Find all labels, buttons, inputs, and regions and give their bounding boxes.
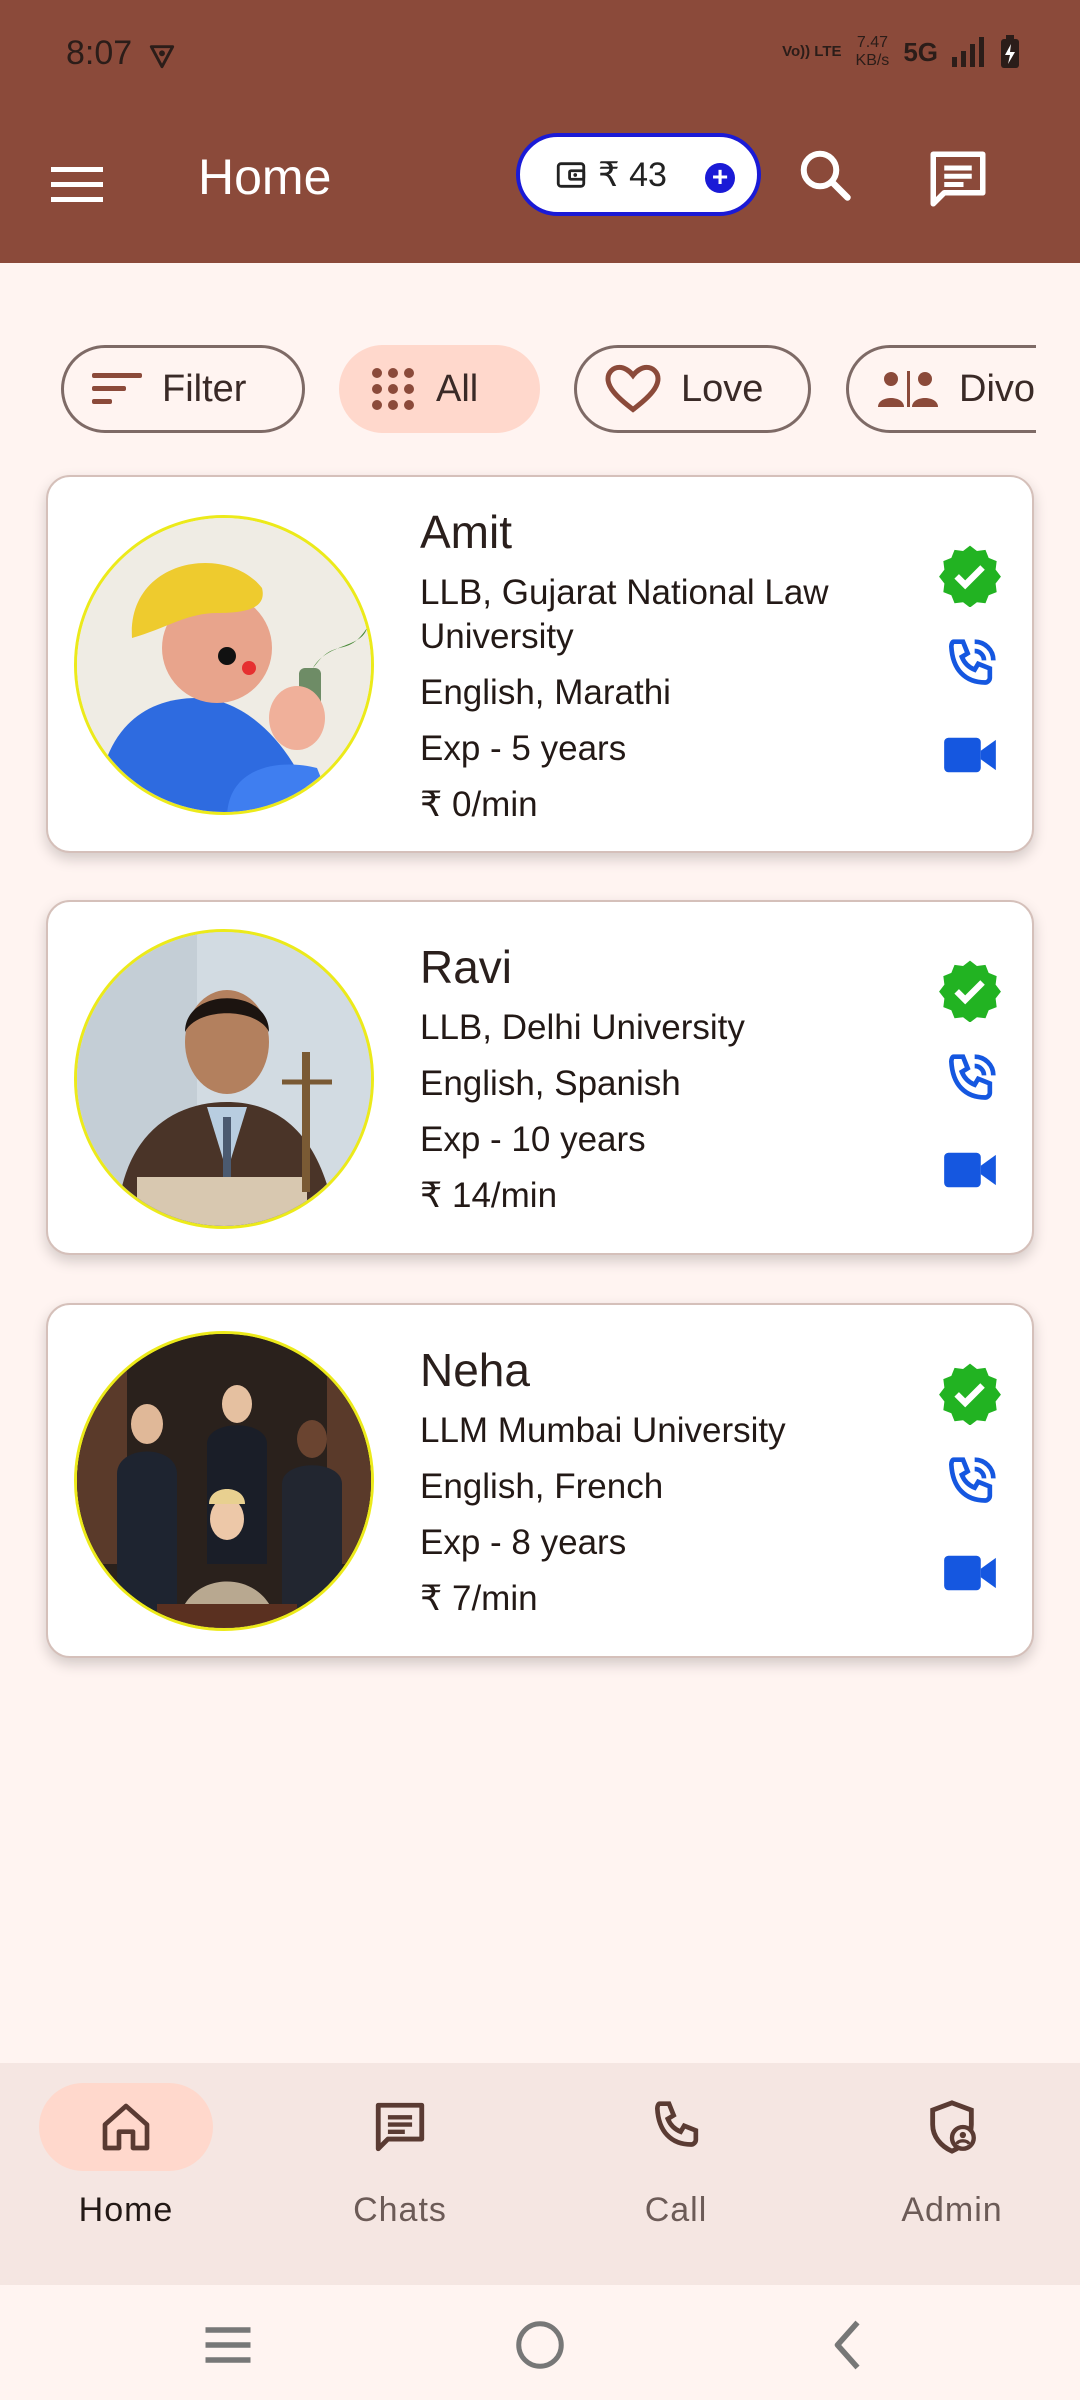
voice-call-icon[interactable] <box>938 1451 1002 1515</box>
lawyer-rate: ₹ 14/min <box>420 1176 558 1215</box>
nav-home[interactable]: Home <box>26 2083 226 2230</box>
card-actions <box>938 543 1002 813</box>
people-icon <box>878 371 938 407</box>
phone-icon <box>654 2101 699 2147</box>
recents-icon[interactable] <box>198 2315 258 2375</box>
lawyer-languages: English, Spanish <box>420 1064 681 1103</box>
avatar-photo <box>77 932 371 1226</box>
wallet-icon <box>556 161 586 188</box>
vpn-icon <box>149 45 175 69</box>
card-actions <box>938 1361 1002 1631</box>
grid-icon <box>372 368 414 410</box>
menu-button[interactable] <box>44 152 110 218</box>
voice-call-icon[interactable] <box>938 633 1002 697</box>
verified-icon <box>938 958 1002 1022</box>
filter-icon <box>92 373 142 404</box>
verified-icon <box>938 1361 1002 1425</box>
bottom-navigation: Home Chats Call Admin <box>0 2063 1080 2285</box>
nav-admin[interactable]: Admin <box>852 2083 1052 2230</box>
volte-indicator: Vo)) LTE <box>782 43 842 60</box>
lawyer-name: Neha <box>420 1344 530 1396</box>
avatar <box>74 929 374 1229</box>
search-icon[interactable] <box>795 145 855 205</box>
avatar-illustration <box>77 518 371 812</box>
chip-filter[interactable]: Filter <box>61 345 305 433</box>
chip-love[interactable]: Love <box>574 345 811 433</box>
home-icon <box>102 2103 150 2151</box>
lawyer-experience: Exp - 5 years <box>420 729 627 768</box>
video-call-icon[interactable] <box>938 1138 1002 1202</box>
back-icon[interactable] <box>820 2315 880 2375</box>
network-speed: 7.47 KB/s <box>856 34 890 70</box>
video-call-icon[interactable] <box>938 1541 1002 1605</box>
heart-icon <box>605 364 661 413</box>
lawyer-info: Neha LLM Mumbai University English, Fren… <box>420 1343 902 1633</box>
nav-chats[interactable]: Chats <box>300 2083 500 2230</box>
nav-label: Call <box>644 2191 708 2229</box>
voice-call-icon[interactable] <box>938 1048 1002 1112</box>
network-type: 5G <box>903 36 938 67</box>
page-title: Home <box>198 149 332 205</box>
lawyer-info: Amit LLB, Gujarat National Law Universit… <box>420 505 902 839</box>
hamburger-icon <box>51 167 103 202</box>
lawyer-education: LLB, Gujarat National Law University <box>420 573 829 656</box>
nav-label: Admin <box>901 2191 1003 2229</box>
chip-divorce[interactable]: Divorce <box>846 345 1036 433</box>
messages-icon[interactable] <box>925 146 991 212</box>
chip-all[interactable]: All <box>339 345 540 433</box>
avatar <box>74 1331 374 1631</box>
card-actions <box>938 958 1002 1228</box>
chat-icon <box>375 2102 425 2152</box>
wallet-balance: ₹ 43 <box>598 155 667 194</box>
chip-label: Love <box>681 367 764 410</box>
nav-label: Home <box>78 2191 174 2229</box>
lawyer-card[interactable]: Amit LLB, Gujarat National Law Universit… <box>46 475 1034 853</box>
nav-label: Chats <box>353 2191 447 2229</box>
lawyer-education: LLB, Delhi University <box>420 1008 745 1047</box>
speed-value: 7.47 <box>856 34 888 51</box>
lawyer-experience: Exp - 8 years <box>420 1523 627 1562</box>
speed-unit: KB/s <box>855 52 890 69</box>
filter-chips: Filter All Love Divo <box>0 345 1036 435</box>
lawyer-card[interactable]: Neha LLM Mumbai University English, Fren… <box>46 1303 1034 1658</box>
lawyer-rate: ₹ 0/min <box>420 785 538 824</box>
avatar-photo <box>77 1334 371 1628</box>
admin-shield-icon <box>930 2100 976 2154</box>
avatar <box>74 515 374 815</box>
top-header: 8:07 Vo)) LTE 7.47 KB/s 5G Home ₹ 43 + <box>0 0 1080 263</box>
home-button-icon[interactable] <box>510 2315 570 2375</box>
lawyer-card[interactable]: Ravi LLB, Delhi University English, Span… <box>46 900 1034 1255</box>
nav-call[interactable]: Call <box>576 2083 776 2230</box>
status-bar: 8:07 Vo)) LTE 7.47 KB/s 5G <box>0 0 1080 110</box>
lawyer-languages: English, Marathi <box>420 673 671 712</box>
chip-label: All <box>436 367 479 410</box>
lawyer-languages: English, French <box>420 1467 664 1506</box>
video-call-icon[interactable] <box>938 723 1002 787</box>
verified-icon <box>938 543 1002 607</box>
battery-charging-icon <box>1001 35 1019 68</box>
app-bar: Home ₹ 43 + <box>0 110 1080 263</box>
lawyer-experience: Exp - 10 years <box>420 1120 646 1159</box>
wallet-button[interactable]: ₹ 43 + <box>516 133 761 216</box>
lawyer-name: Ravi <box>420 941 513 993</box>
system-navigation <box>0 2285 1080 2400</box>
lawyer-info: Ravi LLB, Delhi University English, Span… <box>420 940 902 1230</box>
add-money-icon[interactable]: + <box>705 163 735 193</box>
lawyer-education: LLM Mumbai University <box>420 1411 786 1450</box>
lawyer-name: Amit <box>420 506 512 558</box>
chip-label: Divorce <box>959 367 1036 410</box>
lawyer-rate: ₹ 7/min <box>420 1579 538 1618</box>
chip-label: Filter <box>162 367 247 410</box>
signal-icon <box>952 37 984 67</box>
status-right: Vo)) LTE 7.47 KB/s 5G <box>782 34 1020 70</box>
status-time: 8:07 <box>66 34 133 72</box>
